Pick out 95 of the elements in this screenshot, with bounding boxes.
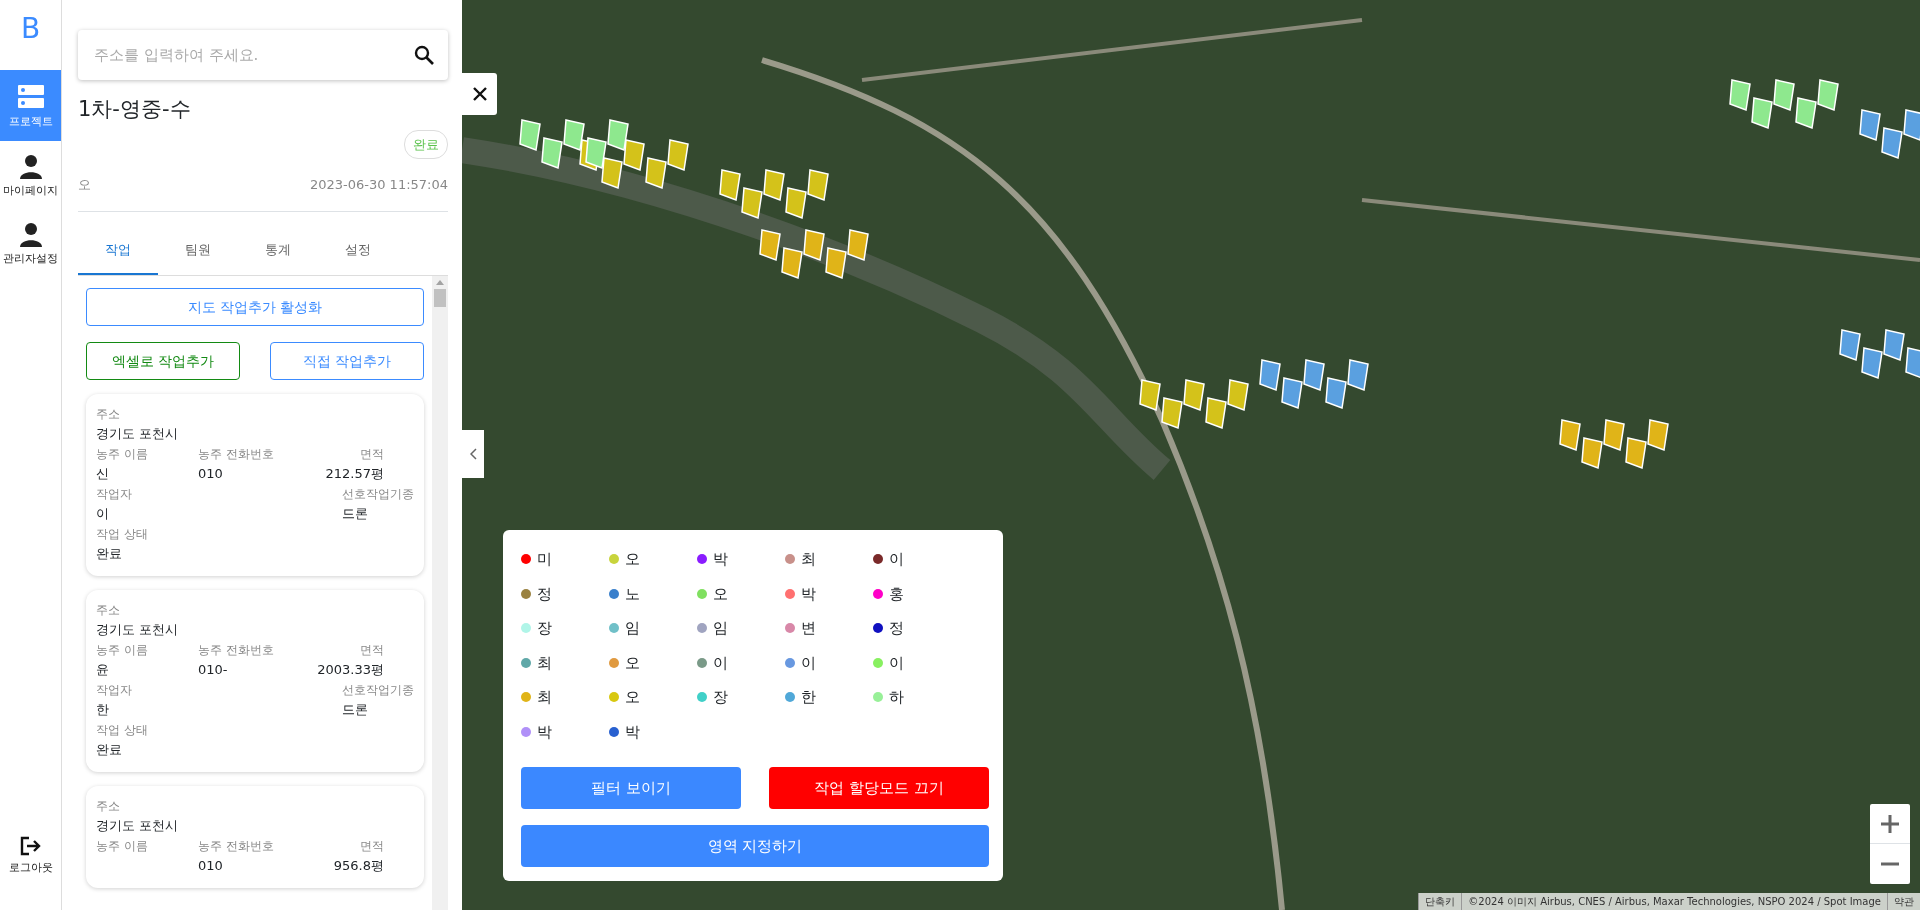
field-label: 주소 <box>96 798 121 815</box>
field-value: 드론 <box>342 701 369 719</box>
worker-name: 최 <box>537 687 552 708</box>
field-value: 2003.33평 <box>317 662 384 677</box>
mode-toggle-button[interactable]: 작업 할당모드 끄기 <box>769 767 989 809</box>
sidebar-item[interactable]: 마이페이지 <box>0 140 61 209</box>
address-text: 경기도 포천시 <box>96 425 180 443</box>
worker-name: 최 <box>801 549 816 570</box>
field-label: 농주 전화번호 <box>198 447 274 461</box>
field-label: 작업 상태 <box>96 526 149 543</box>
close-icon <box>472 87 487 101</box>
worker-name: 정 <box>537 583 552 605</box>
field-label: 농주 전화번호 <box>198 643 274 657</box>
worker-name: 최 <box>537 652 552 674</box>
field-value: 완료 <box>96 741 123 759</box>
field-label: 면적 <box>360 643 384 657</box>
worker-name: 박 <box>625 721 640 743</box>
scroll-thumb[interactable] <box>434 289 446 307</box>
field-value: 이 <box>96 505 109 523</box>
worker-name: 정 <box>889 618 904 639</box>
chevron-left-icon <box>469 448 477 460</box>
map-add-button[interactable]: 지도 작업추가 활성화 <box>86 288 424 326</box>
tab[interactable]: 팀원 <box>158 227 238 275</box>
terms-link[interactable]: 약관 <box>1887 893 1920 910</box>
area-select-button[interactable]: 영역 지정하기 <box>521 825 989 867</box>
field-label: 작업 상태 <box>96 722 149 739</box>
field-label: 작업자 <box>96 486 132 503</box>
address-text: 경기도 포천시 <box>96 621 180 639</box>
filter-button[interactable]: 필터 보이기 <box>521 767 741 809</box>
worker-name: 이 <box>801 652 816 674</box>
worker-name: 홍 <box>889 583 904 605</box>
field-value: 신 <box>96 466 109 481</box>
field-value: 010- <box>198 662 228 677</box>
field-value: 완료 <box>96 545 123 563</box>
logout-button[interactable]: 로그아웃 <box>0 821 61 886</box>
field-value: 010 <box>198 466 223 481</box>
person-icon <box>19 154 42 179</box>
field-label: 주소 <box>96 406 121 423</box>
worker-name: 임 <box>625 618 640 639</box>
worker-name: 오 <box>713 583 728 605</box>
search-icon[interactable] <box>414 45 434 65</box>
field-label: 면적 <box>360 447 384 461</box>
worker-name: 이 <box>889 549 904 570</box>
worker-name: 이 <box>713 652 728 674</box>
worker-name: 박 <box>801 583 816 605</box>
logo: B <box>19 11 42 47</box>
worker-name: 장 <box>537 618 552 639</box>
field-value: 956.8평 <box>333 858 384 873</box>
sidebar-item[interactable]: 프로젝트 <box>0 70 61 141</box>
server-icon <box>17 84 44 110</box>
project-title: 1차-영중-수 <box>78 96 192 123</box>
tab[interactable]: 통계 <box>238 227 318 275</box>
worker-name: 하 <box>889 687 904 708</box>
scrollbar[interactable] <box>432 276 448 910</box>
sidebar-item[interactable]: 관리자설정 <box>0 209 61 278</box>
worker-name: 박 <box>713 549 728 570</box>
worker-name: 미 <box>537 549 552 570</box>
field-value: 212.57평 <box>325 466 384 481</box>
shortcuts-link[interactable]: 단축키 <box>1418 893 1462 910</box>
field-label: 농주 이름 <box>96 643 148 657</box>
manual-add-button[interactable]: 직접 작업추가 <box>270 342 424 380</box>
field-value: 윤 <box>96 662 109 677</box>
worker-name: 오 <box>625 652 640 674</box>
status-badge: 완료 <box>404 129 448 159</box>
date-time: 2023-06-30 11:57:04 <box>309 176 448 194</box>
worker-name: 오 <box>625 549 640 570</box>
worker-name: 한 <box>801 687 816 708</box>
field-value: 010 <box>198 858 223 873</box>
plus-icon <box>1881 814 1899 833</box>
field-label: 농주 전화번호 <box>198 839 274 853</box>
field-label: 선호작업기종 <box>342 486 414 503</box>
minus-icon <box>1881 862 1899 866</box>
field-label: 주소 <box>96 602 121 619</box>
field-label: 농주 이름 <box>96 839 148 853</box>
field-label: 선호작업기종 <box>342 682 414 699</box>
author-name: 오 <box>78 176 91 194</box>
map-credits: ©2024 이미지 Airbus, CNES / Airbus, Maxar Technologies, NSPO 2024 / Spot Image <box>1461 893 1887 910</box>
worker-name: 장 <box>713 687 728 708</box>
field-label: 농주 이름 <box>96 447 148 461</box>
field-value: 한 <box>96 701 109 719</box>
address-text: 경기도 포천시 <box>96 817 180 835</box>
worker-name: 오 <box>625 687 640 708</box>
worker-name: 박 <box>537 721 552 743</box>
field-label: 면적 <box>360 839 384 853</box>
field-label: 작업자 <box>96 682 132 699</box>
worker-name: 임 <box>713 618 728 639</box>
excel-add-button[interactable]: 엑셀로 작업추가 <box>86 342 240 380</box>
tab[interactable]: 설정 <box>318 227 398 275</box>
worker-name: 변 <box>801 618 816 639</box>
worker-name: 노 <box>625 583 640 605</box>
field-value: 드론 <box>342 505 369 523</box>
close-button[interactable] <box>462 73 497 115</box>
logout-icon <box>19 835 42 856</box>
person-icon <box>19 223 42 247</box>
worker-name: 이 <box>889 652 904 674</box>
